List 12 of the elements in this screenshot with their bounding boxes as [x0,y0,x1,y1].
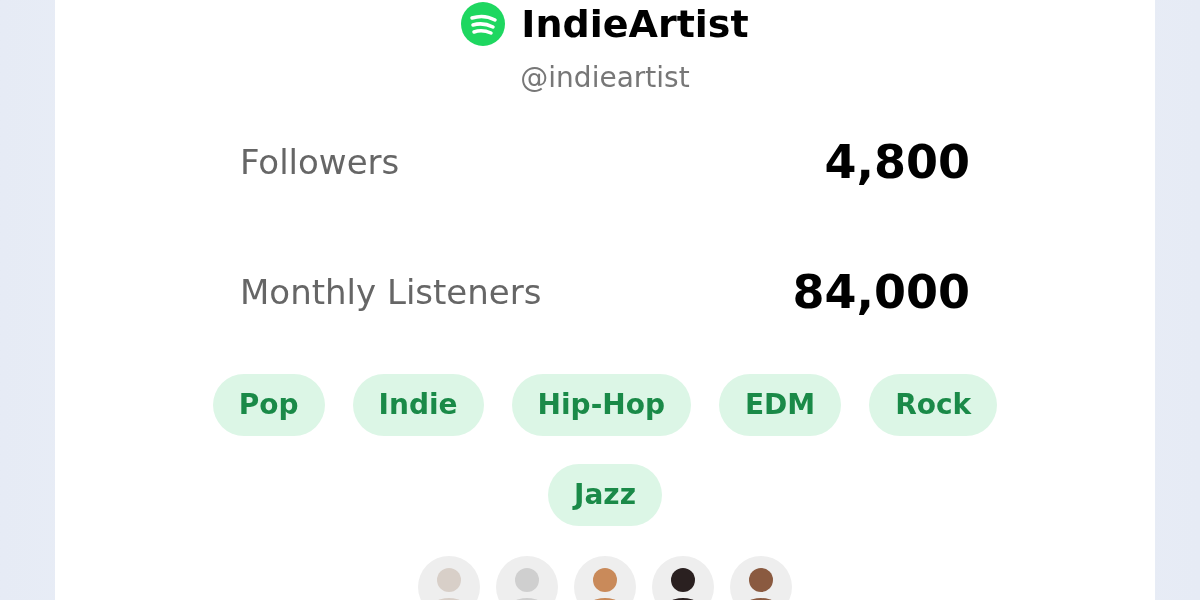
stat-value: 84,000 [792,263,970,321]
genre-tag: Hip-Hop [511,374,691,436]
artist-handle: @indieartist [520,64,690,92]
stat-value: 4,800 [824,133,970,191]
stat-label: Followers [240,140,400,184]
genre-tag: Rock [869,374,998,436]
genre-tag: Pop [212,374,325,436]
genre-tag: Jazz [548,464,662,526]
genre-tag: Indie [352,374,484,436]
genre-tag: EDM [719,374,842,436]
stat-label: Monthly Listeners [240,270,542,314]
artist-name: IndieArtist [521,5,749,43]
